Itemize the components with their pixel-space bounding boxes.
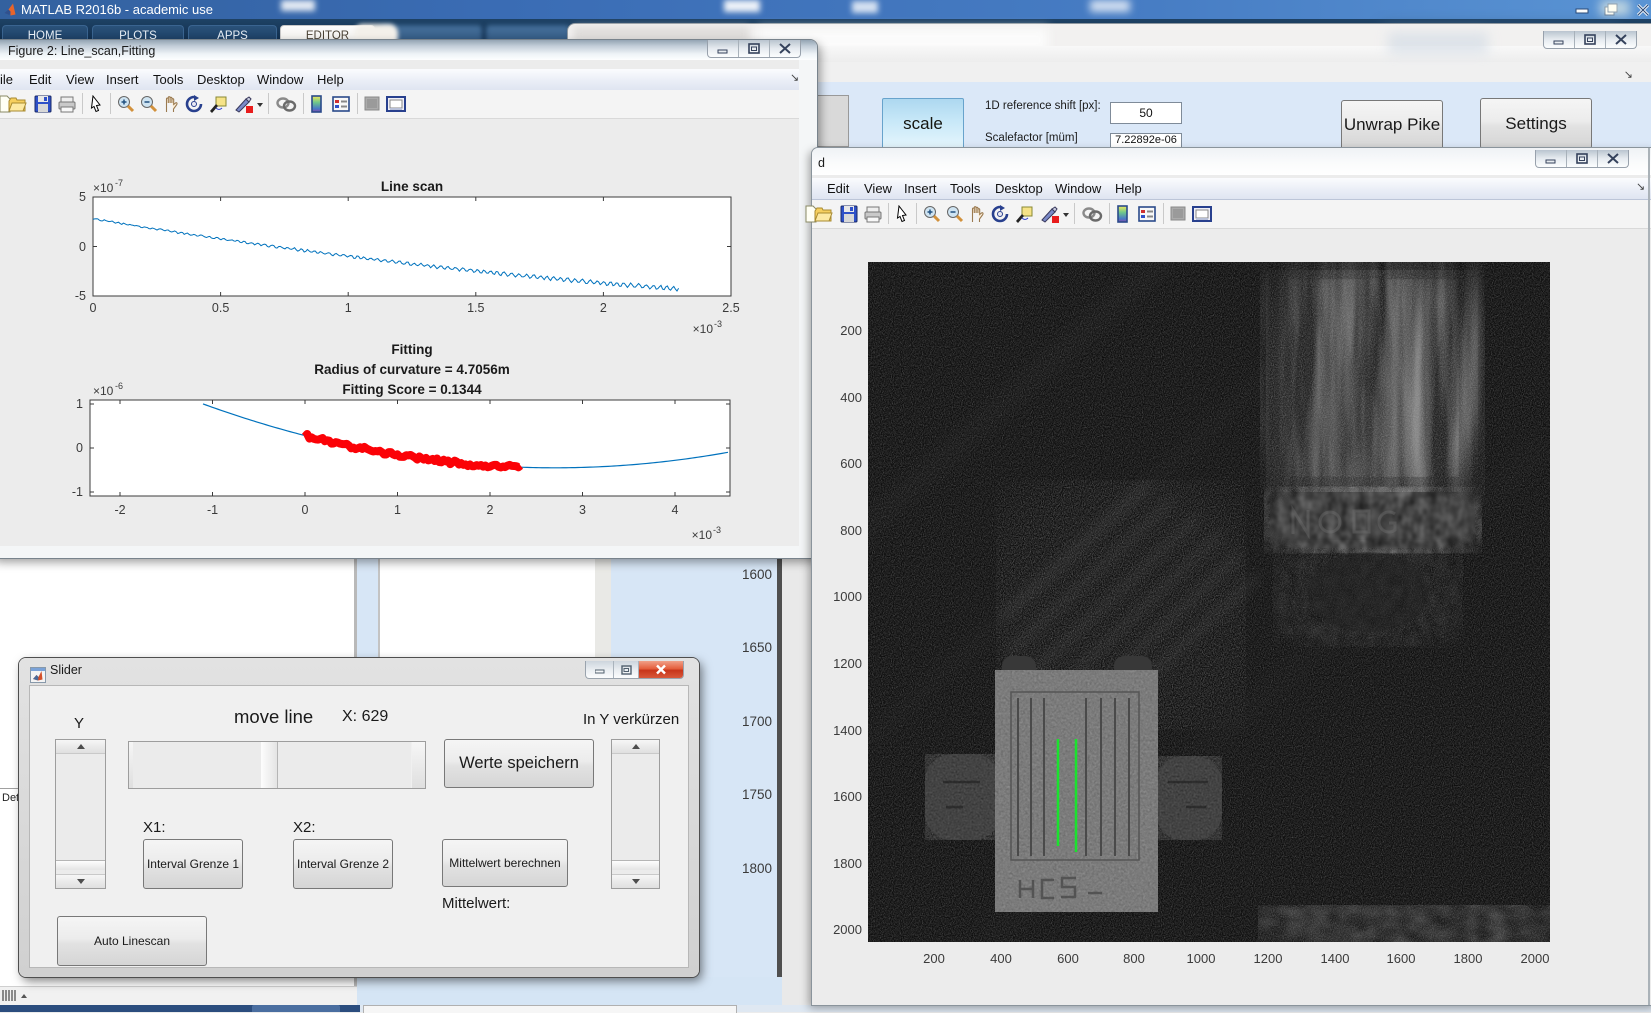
svg-text:×10: ×10 [93,181,114,195]
svg-text:Line scan: Line scan [381,179,443,194]
svg-text:-3: -3 [714,319,722,329]
svg-text:1: 1 [76,397,83,411]
svg-text:0.5: 0.5 [212,301,229,315]
svg-text:1.5: 1.5 [467,301,484,315]
svg-text:0: 0 [76,441,83,455]
svg-text:5: 5 [79,190,86,204]
svg-text:×10: ×10 [93,384,114,398]
svg-text:-1: -1 [72,485,83,499]
svg-text:0: 0 [302,503,309,517]
svg-text:Radius of curvature = 4.7056m: Radius of curvature = 4.7056m [314,362,509,377]
svg-text:-1: -1 [207,503,218,517]
svg-text:-5: -5 [75,289,86,303]
svg-text:×10: ×10 [693,322,714,336]
svg-text:×10: ×10 [692,528,713,542]
svg-text:-6: -6 [115,381,123,391]
svg-text:2: 2 [487,503,494,517]
svg-text:Fitting Score = 0.1344: Fitting Score = 0.1344 [342,382,482,397]
svg-text:Fitting: Fitting [391,342,432,357]
svg-text:-7: -7 [115,178,123,188]
svg-text:-3: -3 [713,525,721,535]
svg-text:1: 1 [394,503,401,517]
svg-text:0: 0 [90,301,97,315]
svg-text:4: 4 [672,503,679,517]
svg-text:-2: -2 [114,503,125,517]
svg-text:0: 0 [79,240,86,254]
svg-text:1: 1 [345,301,352,315]
svg-text:2: 2 [600,301,607,315]
svg-text:2.5: 2.5 [722,301,739,315]
svg-text:3: 3 [579,503,586,517]
